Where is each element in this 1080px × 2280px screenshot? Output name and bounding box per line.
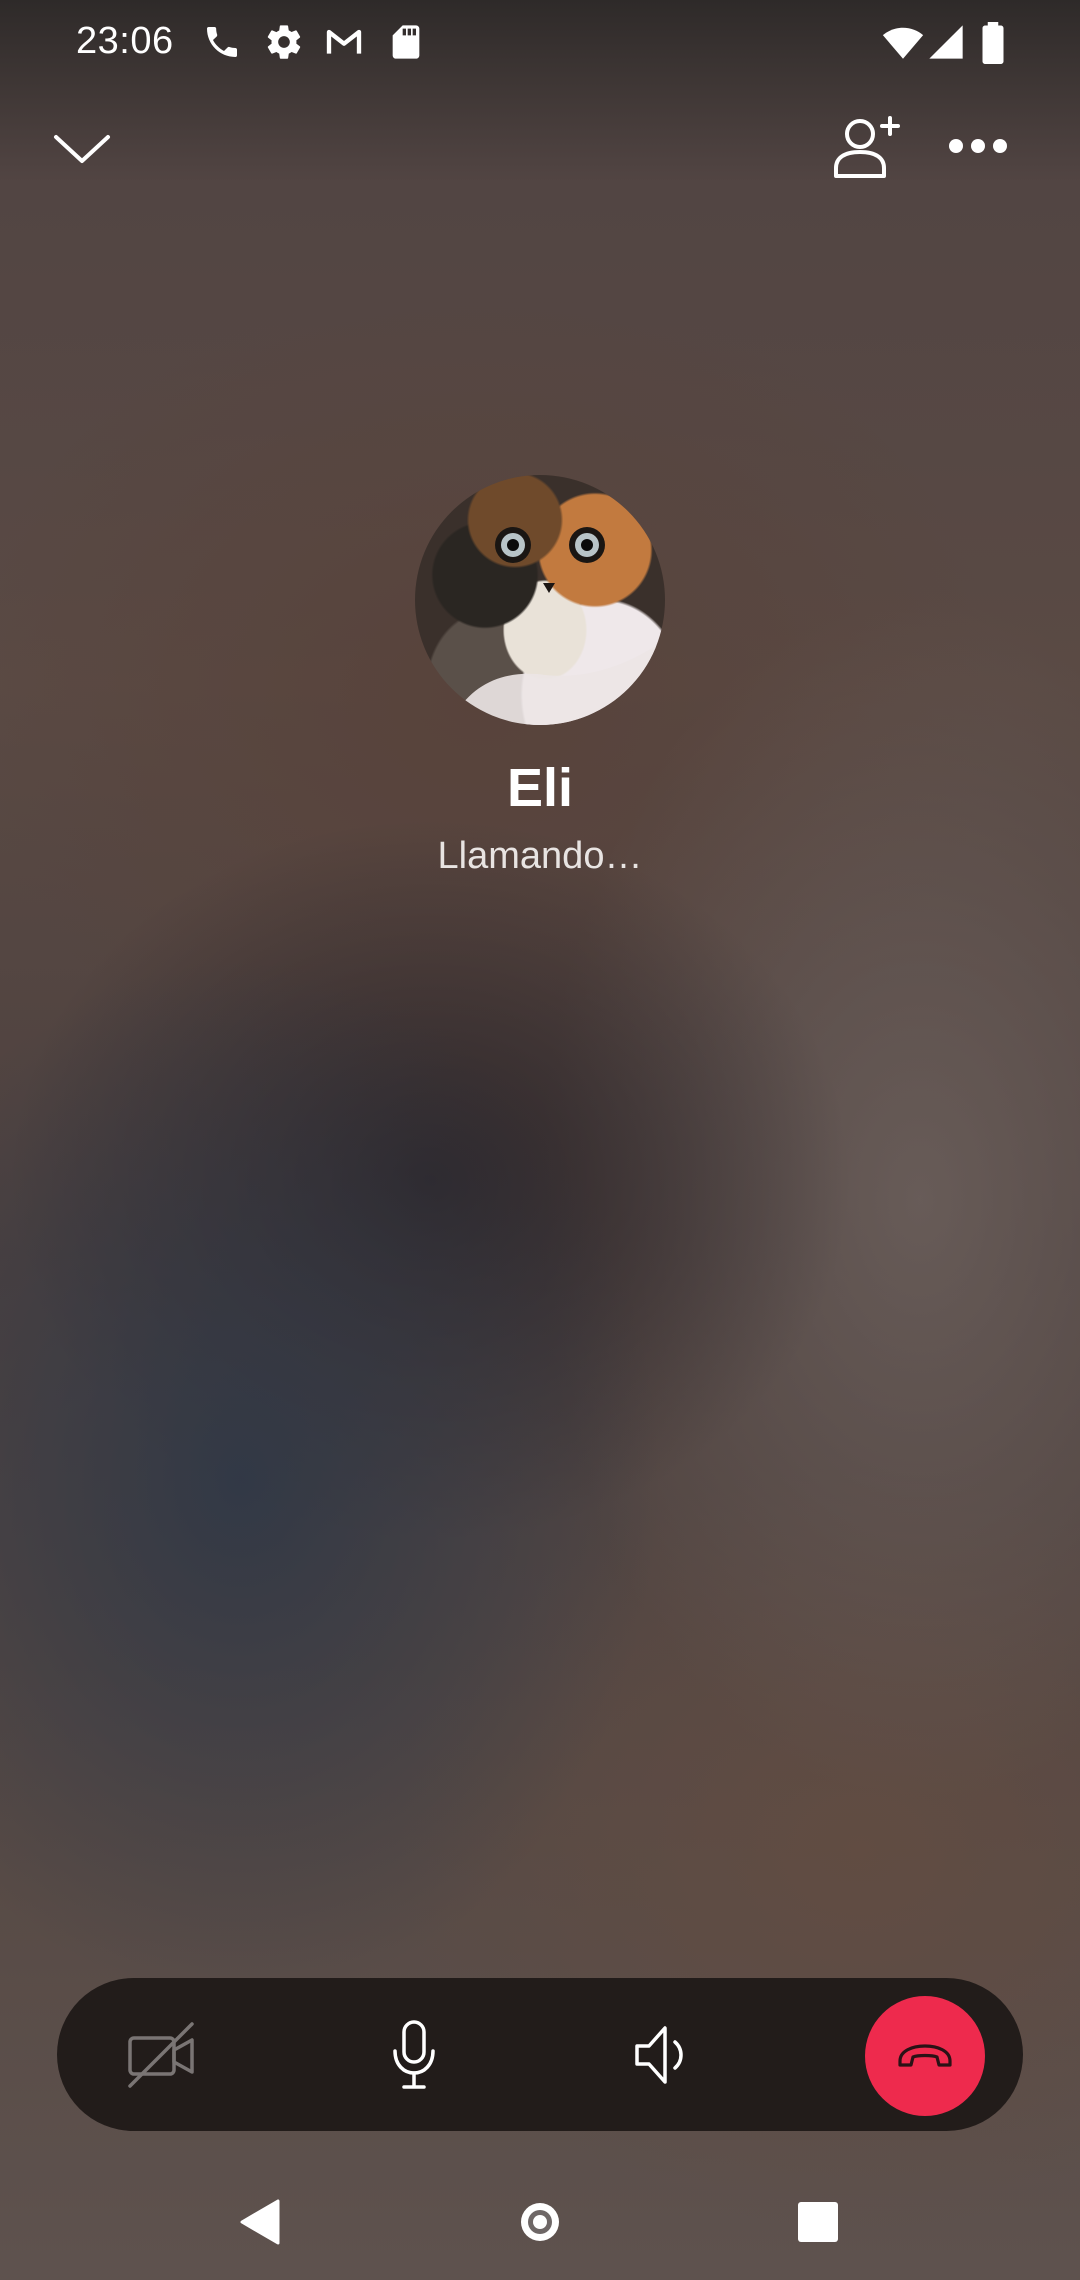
status-bar: 23:06 [0,0,1080,86]
add-participant-button[interactable] [820,106,912,188]
contact-name: Eli [506,758,574,818]
microphone-icon [393,2019,435,2089]
nav-back-button[interactable] [220,2182,300,2262]
call-control-bar [57,1978,1023,2131]
battery-icon [982,22,1004,64]
wifi-icon [882,27,924,59]
gmail-icon [326,29,362,54]
nav-recents-button[interactable] [778,2182,858,2262]
settings-gear-icon [267,25,301,59]
mute-button[interactable] [354,1978,474,2131]
more-options-button[interactable] [938,120,1018,172]
phone-icon [207,27,237,57]
speaker-button[interactable] [602,1978,722,2131]
cellular-signal-icon [929,25,963,59]
more-horizontal-icon [949,139,1007,153]
system-nav-bar [0,2160,1080,2280]
contact-avatar [415,475,665,725]
call-status: Llamando… [437,835,643,877]
video-off-icon [128,2021,194,2088]
speaker-icon [635,2025,683,2084]
home-icon [521,2203,559,2241]
sd-card-icon [392,25,420,59]
call-background [0,0,1080,2280]
status-time: 23:06 [76,20,174,62]
recents-square-icon [798,2202,838,2242]
video-toggle-button[interactable] [97,1978,227,2131]
nav-home-button[interactable] [500,2182,580,2262]
chevron-down-icon [54,135,110,163]
hang-up-icon [898,2044,952,2067]
add-person-icon [834,116,900,178]
end-call-button[interactable] [865,1996,985,2116]
cat-avatar [455,527,665,725]
minimize-call-button[interactable] [46,118,118,180]
back-triangle-icon [240,2199,280,2245]
